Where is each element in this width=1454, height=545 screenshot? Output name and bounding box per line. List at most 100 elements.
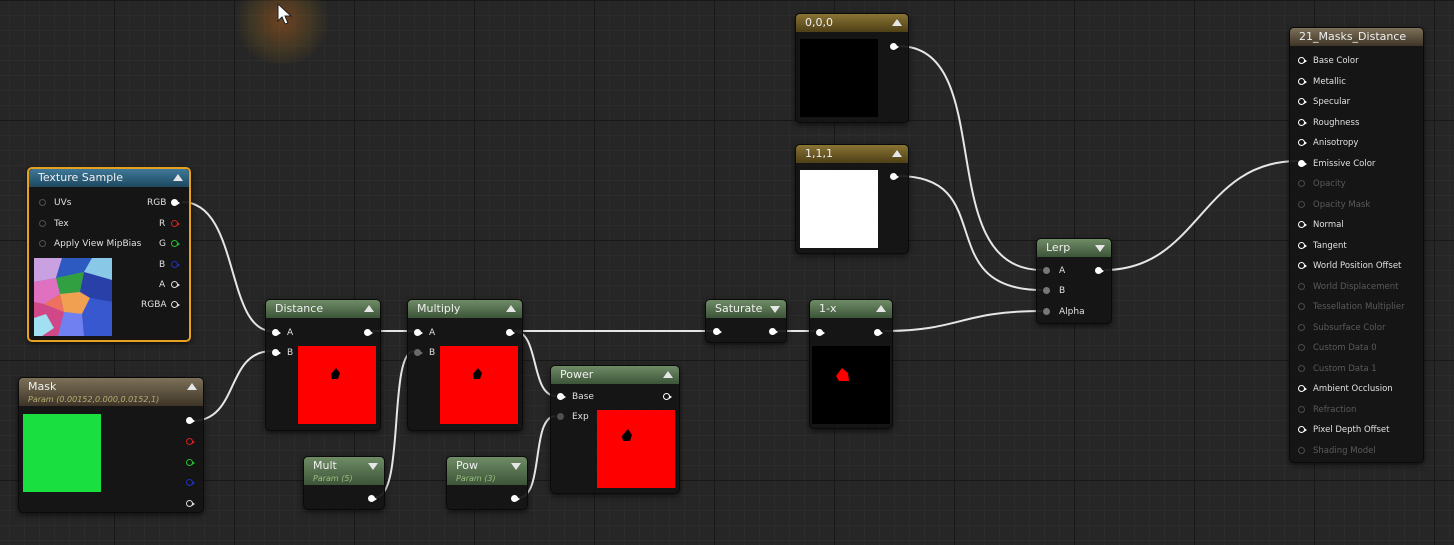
input-pin-a[interactable] [1043, 266, 1053, 276]
input-pin-b[interactable] [414, 348, 424, 358]
output-pin-g[interactable] [171, 239, 181, 249]
collapse-arrow-icon[interactable] [663, 371, 673, 378]
preview-swatch-white [800, 170, 878, 248]
output-pin-b[interactable] [171, 260, 181, 270]
material-input-pin[interactable] [1298, 384, 1308, 394]
output-pin[interactable] [874, 328, 884, 338]
pow-param-node[interactable]: Pow Param (3) [446, 456, 528, 510]
collapse-arrow-icon[interactable] [506, 305, 516, 312]
input-pin-base[interactable] [557, 392, 567, 402]
output-pin-r[interactable] [186, 437, 196, 447]
saturate-node[interactable]: Saturate [705, 299, 787, 343]
output-pin-a[interactable] [171, 280, 181, 290]
node-header[interactable]: Lerp [1037, 239, 1111, 257]
input-pin-uvs[interactable] [39, 198, 49, 208]
node-header[interactable]: 21_Masks_Distance [1290, 28, 1423, 46]
preview-swatch-black [800, 39, 878, 117]
output-pin[interactable] [1095, 266, 1105, 276]
node-header[interactable]: Mult Param (5) [304, 457, 384, 485]
output-pin-rgba[interactable] [171, 300, 181, 310]
material-pin-label: Specular [1313, 97, 1351, 107]
collapse-arrow-icon[interactable] [892, 19, 902, 26]
node-header[interactable]: Texture Sample [29, 169, 189, 187]
material-input-pin[interactable] [1298, 138, 1308, 148]
node-header[interactable]: Mask Param (0.00152,0.000,0.0152,1) [19, 378, 203, 406]
node-title: 0,0,0 [805, 16, 833, 29]
hand-grab-icon [277, 2, 293, 25]
expand-arrow-icon[interactable] [1095, 245, 1105, 252]
output-pin-rgb[interactable] [186, 416, 196, 426]
collapse-arrow-icon[interactable] [364, 305, 374, 312]
node-title: Multiply [417, 302, 461, 315]
material-input-pin[interactable] [1298, 118, 1308, 128]
node-header[interactable]: Pow Param (3) [447, 457, 527, 485]
collapse-arrow-icon[interactable] [892, 150, 902, 157]
material-pin-label: World Displacement [1313, 281, 1399, 292]
multiply-node[interactable]: Multiply A B [407, 299, 523, 431]
output-pin[interactable] [368, 494, 378, 504]
input-pin-a[interactable] [414, 328, 424, 338]
output-pin[interactable] [890, 172, 900, 182]
material-input-pin[interactable] [1298, 159, 1308, 169]
material-result-node[interactable]: 21_Masks_Distance Base Color Metallic Spec… [1289, 27, 1424, 463]
node-header[interactable]: Distance [266, 300, 380, 318]
input-pin-mipbias[interactable] [39, 239, 49, 249]
mult-param-node[interactable]: Mult Param (5) [303, 456, 385, 510]
output-pin[interactable] [511, 494, 521, 504]
input-pin-b[interactable] [272, 348, 282, 358]
output-pin[interactable] [769, 327, 779, 337]
output-pin[interactable] [506, 328, 516, 338]
output-pin[interactable] [663, 392, 673, 402]
material-input-pin [1298, 343, 1308, 353]
material-input-pin[interactable] [1298, 56, 1308, 66]
output-pin-g[interactable] [186, 458, 196, 468]
distance-node[interactable]: Distance A B [265, 299, 381, 431]
output-pin-b[interactable] [186, 478, 196, 488]
input-pin-tex[interactable] [39, 219, 49, 229]
collapse-arrow-icon[interactable] [187, 383, 197, 390]
node-header[interactable]: Saturate [706, 300, 786, 318]
output-pin-rgb[interactable] [171, 198, 181, 208]
collapse-arrow-icon[interactable] [173, 174, 183, 181]
node-header[interactable]: 0,0,0 [796, 14, 908, 32]
material-input-pin [1298, 364, 1308, 374]
input-pin-a[interactable] [272, 328, 282, 338]
output-pin-a[interactable] [186, 499, 196, 509]
preview-blob [331, 368, 340, 379]
power-node[interactable]: Power Base Exp [550, 365, 680, 494]
input-pin-b[interactable] [1043, 286, 1053, 296]
expand-arrow-icon[interactable] [368, 463, 378, 470]
output-pin-r[interactable] [171, 219, 181, 229]
constant-node-black[interactable]: 0,0,0 [795, 13, 909, 123]
expand-arrow-icon[interactable] [511, 463, 521, 470]
node-subtitle: Param (3) [456, 474, 496, 483]
texture-sample-node[interactable]: Texture Sample UVs Tex Apply View MipBia… [27, 167, 191, 342]
material-input-pin[interactable] [1298, 261, 1308, 271]
material-input-pin[interactable] [1298, 425, 1308, 435]
material-input-pin[interactable] [1298, 220, 1308, 230]
collapse-arrow-icon[interactable] [876, 305, 886, 312]
output-pin[interactable] [364, 328, 374, 338]
material-pin-label: Emissive Color [1313, 158, 1376, 169]
mask-param-node[interactable]: Mask Param (0.00152,0.000,0.0152,1) [18, 377, 204, 513]
node-header[interactable]: Multiply [408, 300, 522, 318]
node-header[interactable]: Power [551, 366, 679, 384]
material-pin-label: Pixel Depth Offset [1313, 425, 1390, 435]
one-minus-node[interactable]: 1-x [809, 299, 893, 429]
input-pin[interactable] [816, 328, 826, 338]
material-input-pin[interactable] [1298, 97, 1308, 107]
node-header[interactable]: 1,1,1 [796, 145, 908, 163]
input-pin-exp[interactable] [557, 412, 567, 422]
input-pin[interactable] [713, 327, 723, 337]
lerp-node[interactable]: Lerp A B Alpha [1036, 238, 1112, 324]
material-pin-label: Opacity Mask [1313, 199, 1371, 210]
input-pin-alpha[interactable] [1043, 307, 1053, 317]
output-pin[interactable] [890, 42, 900, 52]
node-header[interactable]: 1-x [810, 300, 892, 318]
material-input-pin[interactable] [1298, 241, 1308, 251]
material-pin-label: Metallic [1313, 76, 1346, 87]
constant-node-white[interactable]: 1,1,1 [795, 144, 909, 254]
pin-label: B [429, 348, 436, 358]
expand-arrow-icon[interactable] [770, 306, 780, 313]
material-input-pin[interactable] [1298, 77, 1308, 87]
